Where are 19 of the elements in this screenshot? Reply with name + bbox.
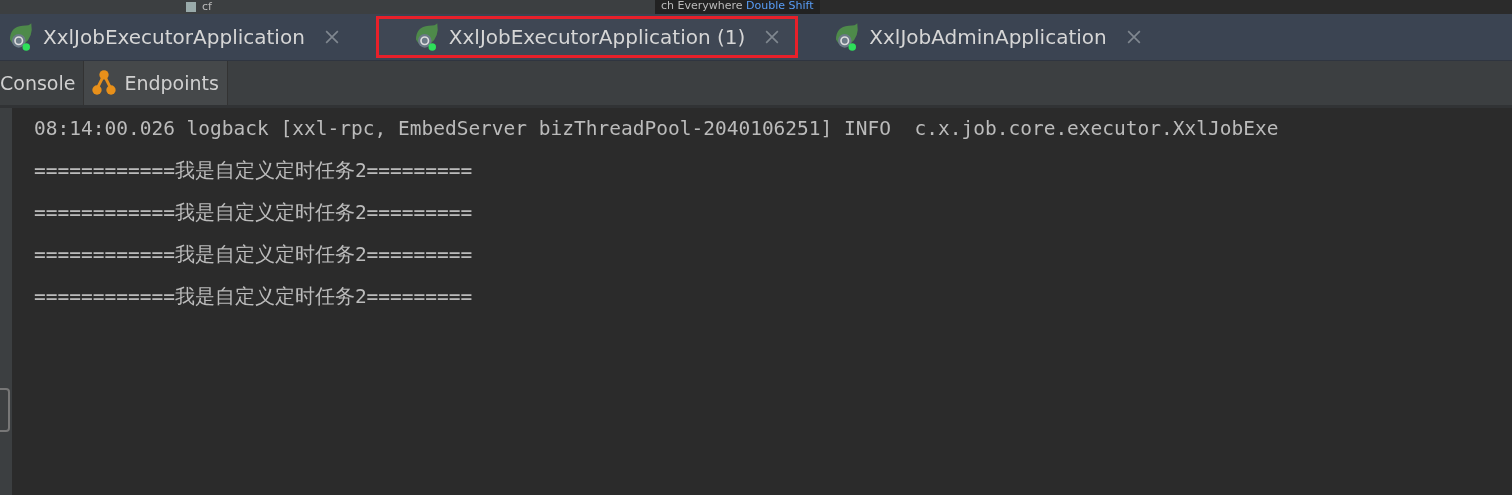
shortcut-hint: Double Shift <box>746 0 814 12</box>
close-icon[interactable] <box>765 30 780 44</box>
console-line: ============我是自定义定时任务2========= <box>34 200 474 226</box>
console-line: ============我是自定义定时任务2========= <box>34 284 474 310</box>
nodes-icon <box>90 69 119 97</box>
close-icon[interactable] <box>324 30 339 44</box>
console-line: ============我是自定义定时任务2========= <box>34 242 474 268</box>
tool-tab[interactable]: Endpoints <box>84 61 228 105</box>
run-tab[interactable]: XxlJobExecutorApplication <box>0 16 358 58</box>
toolbar-label: cf <box>202 1 212 13</box>
run-tab[interactable]: XxlJobAdminApplication <box>826 16 1160 58</box>
console-line: 08:14:00.026 logback [xxl-rpc, EmbedServer bizThreadPool-2040106251] INFO c.x.job.core.executor.XxlJobExe <box>34 116 1279 142</box>
close-icon[interactable] <box>1126 30 1141 44</box>
file-icon <box>186 2 196 12</box>
search-hint: ch Everywhere <box>661 0 743 12</box>
run-tab[interactable]: XxlJobExecutorApplication (1) <box>375 16 799 58</box>
console-line: ============我是自定义定时任务2========= <box>34 158 474 184</box>
tool-tab[interactable]: Console <box>0 61 85 105</box>
scroll-handle[interactable] <box>0 388 10 432</box>
